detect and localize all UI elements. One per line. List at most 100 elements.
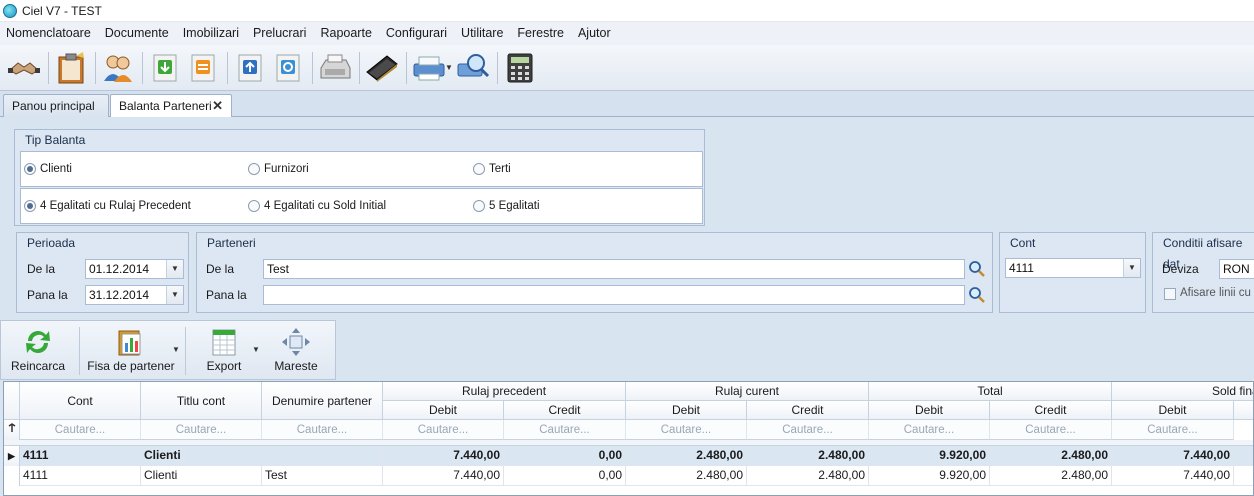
row-indicator[interactable]	[4, 466, 20, 486]
table-row-cell-cont[interactable]: 4111	[20, 446, 141, 466]
col-header-denumire-partener[interactable]: Denumire partener	[262, 382, 383, 420]
radio-5-egalitati[interactable]: 5 Egalitati	[473, 200, 540, 212]
menu-nomenclatoare[interactable]: Nomenclatoare	[0, 22, 98, 45]
clipboard-icon[interactable]	[53, 50, 89, 86]
refresh-doc-icon[interactable]	[270, 50, 306, 86]
table-row-cell-rc-credit[interactable]: 2.480,00	[747, 466, 869, 486]
cash-register-icon[interactable]	[317, 50, 353, 86]
filter-rc-credit[interactable]: Cautare...	[747, 420, 869, 440]
tab-label: Balanta Parteneri	[119, 99, 212, 113]
filter-t-debit[interactable]: Cautare...	[869, 420, 990, 440]
perioada-from-label: De la	[27, 262, 56, 276]
filter-t-credit[interactable]: Cautare...	[990, 420, 1112, 440]
radio-label: Terti	[489, 163, 511, 175]
table-row-cell-rc-debit[interactable]: 2.480,00	[626, 446, 747, 466]
radio-4-egalitati-sold-initial[interactable]: 4 Egalitati cu Sold Initial	[248, 200, 386, 212]
table-row-cell-denumire[interactable]: Test	[262, 466, 383, 486]
menu-documente[interactable]: Documente	[98, 22, 176, 45]
cont-select[interactable]: 4111 ▼	[1005, 258, 1141, 278]
book-icon[interactable]	[364, 50, 400, 86]
radio-terti[interactable]: Terti	[473, 163, 511, 175]
col-header-sf-debit[interactable]: Debit	[1112, 401, 1234, 420]
users-icon[interactable]	[100, 50, 136, 86]
table-row-cell-denumire[interactable]	[262, 446, 383, 466]
table-row-cell-rc-credit[interactable]: 2.480,00	[747, 446, 869, 466]
col-header-t-debit[interactable]: Debit	[869, 401, 990, 420]
action-separator	[79, 327, 80, 375]
filter-rc-debit[interactable]: Cautare...	[626, 420, 747, 440]
chevron-down-icon[interactable]: ▼	[166, 260, 183, 278]
date-from-field[interactable]: 01.12.2014 ▼	[85, 259, 184, 279]
radio-furnizori[interactable]: Furnizori	[248, 163, 309, 175]
partener-to-input[interactable]	[263, 285, 965, 305]
menu-prelucrari[interactable]: Prelucrari	[246, 22, 314, 45]
mareste-button[interactable]: Mareste	[267, 325, 325, 373]
table-row-cell-rp-debit[interactable]: 7.440,00	[383, 446, 504, 466]
deviza-field[interactable]: RON	[1219, 259, 1254, 279]
table-row-cell-titlu[interactable]: Clienti	[141, 466, 262, 486]
close-icon[interactable]: ✕	[212, 95, 223, 117]
chevron-down-icon[interactable]: ▼	[166, 286, 183, 304]
col-header-titlu-cont[interactable]: Titlu cont	[141, 382, 262, 420]
search-preview-icon[interactable]	[455, 50, 491, 86]
date-to-field[interactable]: 31.12.2014 ▼	[85, 285, 184, 305]
table-row-cell-t-credit[interactable]: 2.480,00	[990, 466, 1112, 486]
table-row-cell-t-credit[interactable]: 2.480,00	[990, 446, 1112, 466]
menu-ferestre[interactable]: Ferestre	[510, 22, 571, 45]
printer-dropdown-icon[interactable]: ▼	[445, 63, 453, 72]
search-icon[interactable]	[966, 259, 988, 279]
table-row-cell-cont[interactable]: 4111	[20, 466, 141, 486]
table-row-cell-rp-debit[interactable]: 7.440,00	[383, 466, 504, 486]
fisa-de-partener-button[interactable]: Fisa de partener	[85, 325, 177, 373]
reincarca-button[interactable]: Reincarca	[7, 325, 69, 373]
menu-rapoarte[interactable]: Rapoarte	[313, 22, 378, 45]
col-header-t-credit[interactable]: Credit	[990, 401, 1112, 420]
table-row-cell-sf-credit[interactable]	[1234, 446, 1253, 466]
tab-balanta-parteneri[interactable]: Balanta Parteneri ✕	[110, 94, 232, 118]
filter-cont[interactable]: Cautare...	[20, 420, 141, 440]
calculator-icon[interactable]	[502, 50, 538, 86]
radio-4-egalitati-rulaj-precedent[interactable]: 4 Egalitati cu Rulaj Precedent	[24, 200, 191, 212]
handshake-icon[interactable]	[6, 50, 42, 86]
chevron-down-icon[interactable]: ▼	[172, 345, 180, 354]
table-row-cell-sf-debit[interactable]: 7.440,00	[1112, 466, 1234, 486]
chevron-down-icon[interactable]: ▼	[252, 345, 260, 354]
balanta-grid: Cont Titlu cont Denumire partener Rulaj …	[3, 381, 1254, 496]
chevron-down-icon[interactable]: ▼	[1123, 259, 1140, 277]
col-header-rp-credit[interactable]: Credit	[504, 401, 626, 420]
search-icon[interactable]	[966, 285, 988, 305]
menu-utilitare[interactable]: Utilitare	[454, 22, 510, 45]
menu-configurari[interactable]: Configurari	[379, 22, 454, 45]
import-icon[interactable]	[147, 50, 183, 86]
table-row-cell-rp-credit[interactable]: 0,00	[504, 466, 626, 486]
filter-rp-debit[interactable]: Cautare...	[383, 420, 504, 440]
menu-imobilizari[interactable]: Imobilizari	[176, 22, 246, 45]
filter-denumire[interactable]: Cautare...	[262, 420, 383, 440]
table-row-cell-sf-credit[interactable]	[1234, 466, 1253, 486]
col-header-rc-credit[interactable]: Credit	[747, 401, 869, 420]
tab-panou-principal[interactable]: Panou principal	[3, 94, 109, 117]
table-row-cell-t-debit[interactable]: 9.920,00	[869, 466, 990, 486]
export-button[interactable]: Export	[193, 325, 255, 373]
menu-ajutor[interactable]: Ajutor	[571, 22, 618, 45]
upload-icon[interactable]	[232, 50, 268, 86]
col-header-cont[interactable]: Cont	[20, 382, 141, 420]
table-row-cell-rc-debit[interactable]: 2.480,00	[626, 466, 747, 486]
filter-sf-debit[interactable]: Cautare...	[1112, 420, 1234, 440]
col-header-rc-debit[interactable]: Debit	[626, 401, 747, 420]
row-indicator-icon[interactable]: ▶	[4, 446, 20, 466]
table-row-cell-rp-credit[interactable]: 0,00	[504, 446, 626, 466]
printer-icon[interactable]	[411, 50, 447, 86]
radio-clienti[interactable]: Clienti	[24, 163, 72, 175]
filter-rp-credit[interactable]: Cautare...	[504, 420, 626, 440]
table-row-cell-t-debit[interactable]: 9.920,00	[869, 446, 990, 466]
table-row-cell-titlu[interactable]: Clienti	[141, 446, 262, 466]
filter-titlu-cont[interactable]: Cautare...	[141, 420, 262, 440]
table-row-cell-sf-debit[interactable]: 7.440,00	[1112, 446, 1234, 466]
col-header-rp-debit[interactable]: Debit	[383, 401, 504, 420]
col-header-sf-credit[interactable]	[1234, 401, 1253, 420]
partener-from-input[interactable]: Test	[263, 259, 965, 279]
transfer-icon[interactable]	[185, 50, 221, 86]
afisare-linii-checkbox[interactable]	[1164, 288, 1176, 300]
toolbar-separator	[95, 51, 96, 84]
